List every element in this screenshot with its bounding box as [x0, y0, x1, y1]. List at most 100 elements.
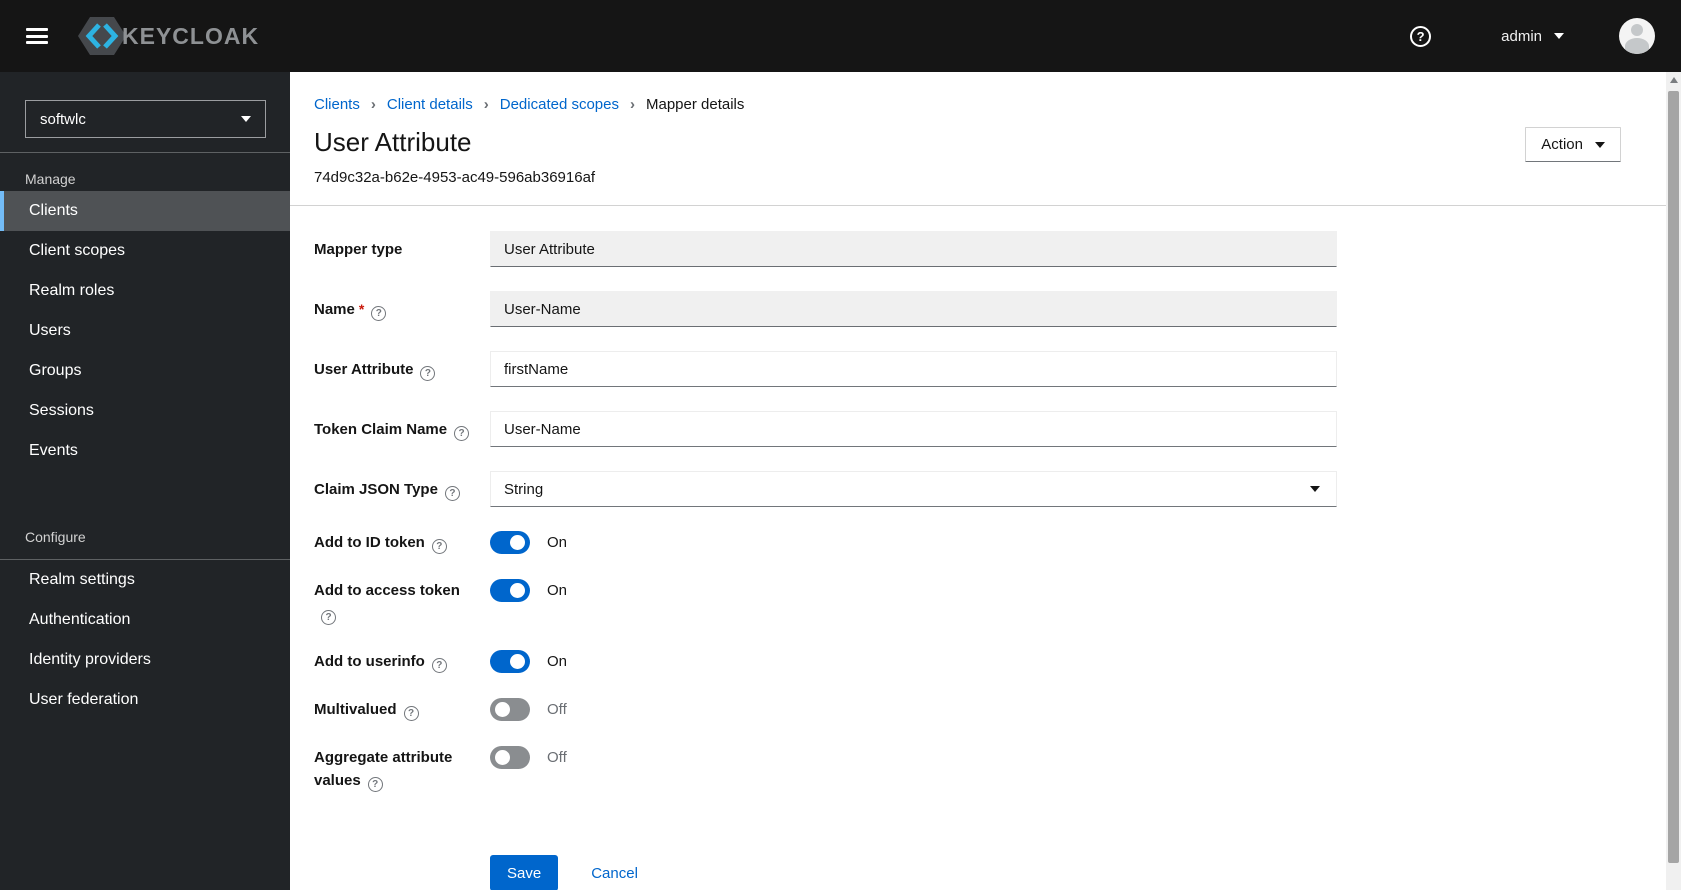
toggle-add-to-userinfo[interactable]: [490, 650, 530, 673]
sidebar-item-client-scopes[interactable]: Client scopes: [0, 231, 290, 271]
field-help-icon-claim-json-type[interactable]: ?: [444, 485, 460, 501]
form-row-add-to-userinfo: Add to userinfo? On: [314, 650, 1666, 673]
avatar-body: [1625, 38, 1649, 54]
cancel-link[interactable]: Cancel: [591, 865, 638, 882]
breadcrumb-item-dedicated-scopes[interactable]: Dedicated scopes: [500, 96, 619, 113]
field-help-icon-add-to-access-token[interactable]: ?: [321, 610, 336, 625]
sidebar-item-events[interactable]: Events: [0, 431, 290, 471]
field-label-text: Add to userinfo: [314, 653, 425, 670]
sidebar-item-authentication[interactable]: Authentication: [0, 600, 290, 640]
field-label-text: Mapper type: [314, 240, 403, 258]
help-icon[interactable]: ?: [1410, 25, 1432, 47]
field-label-aggregate-attribute-values: Aggregate attribute values?: [314, 746, 490, 792]
field-label-text: Token Claim Name: [314, 420, 448, 438]
field-label-mapper-type: Mapper type: [314, 238, 490, 261]
save-button[interactable]: Save: [490, 855, 559, 890]
caret-down-icon: [1310, 486, 1320, 492]
sidebar: softwlc Manage Clients Client scopes Realm …: [0, 72, 290, 890]
keycloak-hexagon-icon: [78, 17, 126, 55]
field-label-add-to-access-token: Add to access token?: [314, 579, 490, 625]
field-help-icon-name[interactable]: ?: [371, 305, 387, 321]
breadcrumb-item-clients[interactable]: Clients: [314, 96, 360, 113]
brand-text: KEYCLOAK: [122, 22, 260, 49]
nav-section-label-configure: Configure: [25, 529, 86, 545]
nav-section-label-manage: Manage: [25, 171, 76, 187]
field-label-text: Multivalued: [314, 701, 397, 718]
mapper-form: Mapper typeName*?User Attribute?Token Cl…: [290, 206, 1666, 890]
masthead-right: ? admin: [1410, 18, 1655, 54]
field-control-multivalued: Off: [490, 698, 567, 721]
field-label-add-to-id-token: Add to ID token?: [314, 531, 490, 554]
field-label-name: Name *?: [314, 298, 490, 321]
field-control-token-claim-name: [490, 411, 1337, 447]
form-row-user-attribute: User Attribute?: [314, 351, 1666, 387]
page-subtitle: 74d9c32a-b62e-4953-ac49-596ab36916af: [314, 169, 596, 186]
toggle-state-multivalued: Off: [547, 701, 567, 718]
field-help-icon-add-to-userinfo[interactable]: ?: [431, 658, 447, 673]
scrollbar-thumb[interactable]: [1668, 91, 1679, 863]
scroll-up-icon[interactable]: [1666, 72, 1681, 88]
keycloak-logo: KEYCLOAK: [76, 14, 259, 58]
toggle-knob: [495, 750, 510, 765]
breadcrumb-separator: ›: [483, 96, 489, 113]
realm-selector[interactable]: softwlc: [25, 100, 266, 138]
field-label-text: Add to ID token: [314, 534, 425, 551]
selected-option: String: [504, 480, 544, 498]
field-label-text: Claim JSON Type: [314, 480, 438, 498]
field-label-text: Aggregate attribute values: [314, 749, 453, 789]
form-row-aggregate-attribute-values: Aggregate attribute values? Off: [314, 746, 1666, 792]
input-token-claim-name[interactable]: [490, 411, 1337, 447]
sidebar-item-clients[interactable]: Clients: [0, 191, 290, 231]
field-help-icon-add-to-id-token[interactable]: ?: [431, 539, 447, 554]
field-control-claim-json-type: String: [490, 471, 1337, 507]
field-help-icon-token-claim-name[interactable]: ?: [454, 425, 470, 441]
toggle-state-aggregate-attribute-values: Off: [547, 749, 567, 766]
toggle-knob: [510, 583, 525, 598]
breadcrumb-separator: ›: [630, 96, 635, 113]
field-control-name: [490, 291, 1337, 327]
action-dropdown-button[interactable]: Action: [1525, 127, 1621, 162]
sidebar-item-identity-providers[interactable]: Identity providers: [0, 640, 290, 680]
field-label-text: Add to access token: [314, 582, 460, 599]
select-claim-json-type[interactable]: String: [490, 471, 1337, 507]
field-label-text: User Attribute: [314, 360, 414, 378]
avatar-head: [1631, 24, 1643, 36]
field-control-mapper-type: [490, 231, 1337, 267]
scrollbar-track[interactable]: [1666, 72, 1681, 890]
toggle-aggregate-attribute-values[interactable]: [490, 746, 530, 769]
sidebar-item-realm-roles[interactable]: Realm roles: [0, 271, 290, 311]
field-help-icon-user-attribute[interactable]: ?: [420, 365, 436, 381]
toggle-multivalued[interactable]: [490, 698, 530, 721]
form-row-token-claim-name: Token Claim Name?: [314, 411, 1666, 447]
sidebar-item-users[interactable]: Users: [0, 311, 290, 351]
breadcrumb-item-client-details[interactable]: Client details: [387, 96, 473, 113]
form-row-add-to-access-token: Add to access token? On: [314, 579, 1666, 625]
input-user-attribute[interactable]: [490, 351, 1337, 387]
masthead: KEYCLOAK ? admin: [0, 0, 1681, 72]
field-label-claim-json-type: Claim JSON Type?: [314, 478, 490, 501]
toggle-knob: [495, 702, 510, 717]
toggle-add-to-access-token[interactable]: [490, 579, 530, 602]
toggle-state-add-to-userinfo: On: [547, 653, 568, 670]
caret-down-icon: [1554, 33, 1564, 39]
action-label: Action: [1541, 136, 1583, 153]
username: admin: [1501, 27, 1542, 45]
field-label-token-claim-name: Token Claim Name?: [314, 418, 490, 441]
sidebar-item-user-federation[interactable]: User federation: [0, 680, 290, 720]
avatar: [1619, 18, 1655, 54]
field-help-icon-aggregate-attribute-values[interactable]: ?: [367, 777, 383, 792]
sidebar-item-realm-settings[interactable]: Realm settings: [0, 560, 290, 600]
breadcrumb: Clients › Client details › Dedicated scopes ›…: [290, 72, 1666, 113]
form-row-add-to-id-token: Add to ID token? On: [314, 531, 1666, 554]
toggle-add-to-id-token[interactable]: [490, 531, 530, 554]
sidebar-item-groups[interactable]: Groups: [0, 351, 290, 391]
form-row-mapper-type: Mapper type: [314, 231, 1666, 267]
form-actions: Save Cancel: [490, 855, 1666, 890]
toggle-state-add-to-id-token: On: [547, 534, 568, 551]
field-help-icon-multivalued[interactable]: ?: [403, 706, 419, 721]
sidebar-item-sessions[interactable]: Sessions: [0, 391, 290, 431]
field-control-add-to-userinfo: On: [490, 650, 567, 673]
menu-icon[interactable]: [26, 28, 48, 44]
user-menu[interactable]: admin: [1501, 28, 1564, 45]
page-title-block: User Attribute 74d9c32a-b62e-4953-ac49-5…: [314, 127, 595, 186]
